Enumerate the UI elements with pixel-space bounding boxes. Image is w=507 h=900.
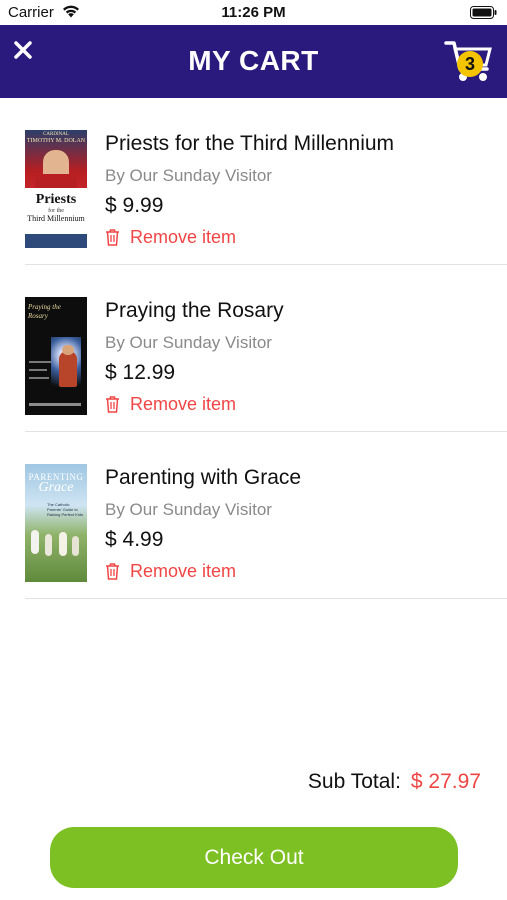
- book-cover-image: Praying the Rosary: [25, 297, 87, 415]
- remove-item-label: Remove item: [130, 227, 237, 247]
- item-price: $ 4.99: [105, 528, 164, 551]
- trash-icon: [106, 396, 119, 413]
- cart-button[interactable]: 3: [443, 37, 495, 85]
- item-title: Praying the Rosary: [105, 299, 284, 322]
- cart-item: Praying the Rosary Praying the Rosary By…: [25, 265, 507, 432]
- item-price: $ 9.99: [105, 194, 164, 217]
- trash-icon: [106, 229, 119, 246]
- cart-item: CARDINAL TIMOTHY M. DOLAN Priests for th…: [25, 98, 507, 265]
- remove-item-button[interactable]: Remove item: [105, 394, 236, 415]
- book-cover-image: CARDINAL TIMOTHY M. DOLAN Priests for th…: [25, 130, 87, 248]
- remove-item-label: Remove item: [130, 561, 237, 581]
- cover-text-main: Praying the Rosary: [28, 303, 61, 320]
- item-author: By Our Sunday Visitor: [105, 500, 272, 519]
- checkout-button[interactable]: Check Out: [50, 827, 458, 888]
- subtotal-row: Sub Total: $ 27.97: [308, 770, 481, 794]
- remove-item-button[interactable]: Remove item: [105, 561, 236, 582]
- subtotal-label: Sub Total:: [307, 770, 401, 793]
- cart-list: CARDINAL TIMOTHY M. DOLAN Priests for th…: [0, 98, 507, 599]
- subtotal-value: $ 27.97: [410, 770, 481, 793]
- page-title: MY CART: [188, 45, 319, 76]
- item-title: Priests for the Third Millennium: [105, 132, 395, 155]
- app-header: MY CART 3: [0, 25, 507, 98]
- cart-item: PARENTING Grace The Catholic Parents' Gu…: [25, 432, 507, 599]
- cover-text-main: Priests: [35, 192, 77, 207]
- cover-text-tag: The Catholic Parents' Guide to Raising P…: [47, 502, 84, 517]
- item-author: By Our Sunday Visitor: [105, 333, 272, 352]
- remove-item-label: Remove item: [130, 394, 237, 414]
- cart-count-badge: 3: [457, 51, 483, 77]
- trash-icon: [106, 563, 119, 580]
- cover-text-name: TIMOTHY M. DOLAN: [26, 138, 86, 144]
- battery-icon: [470, 6, 497, 19]
- remove-item-button[interactable]: Remove item: [105, 227, 236, 248]
- status-bar: Carrier 11:26 PM: [0, 0, 507, 25]
- cover-text-sub: Grace: [38, 480, 74, 495]
- item-price: $ 12.99: [105, 361, 176, 384]
- cover-text-sub2: Third Millennium: [27, 214, 85, 223]
- cover-text-top: CARDINAL: [43, 132, 69, 137]
- item-author: By Our Sunday Visitor: [105, 166, 272, 185]
- item-title: Parenting with Grace: [105, 466, 302, 489]
- clock: 11:26 PM: [221, 4, 286, 21]
- book-cover-image: PARENTING Grace The Catholic Parents' Gu…: [25, 464, 87, 582]
